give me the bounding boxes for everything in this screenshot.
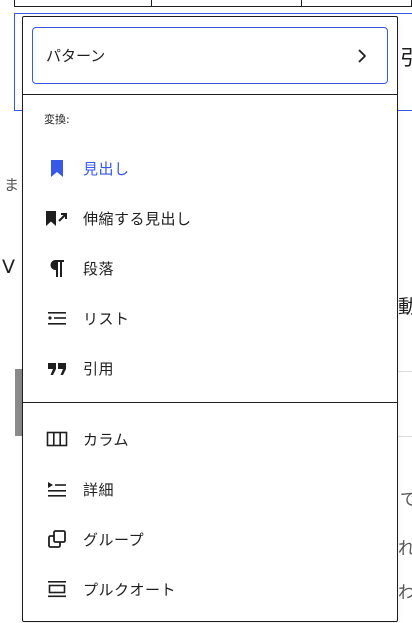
background-table bbox=[14, 0, 412, 7]
background-text-fragment: V bbox=[2, 256, 15, 278]
wrap-in-group[interactable]: グループ bbox=[23, 519, 397, 559]
details-icon bbox=[45, 477, 69, 501]
list-icon bbox=[45, 306, 69, 330]
transform-to-heading-label: 見出し bbox=[83, 159, 130, 178]
transform-to-quote-label: 引用 bbox=[83, 359, 115, 378]
transform-to-heading[interactable]: 見出し bbox=[23, 148, 397, 188]
background-text-fragment: わ bbox=[398, 583, 412, 603]
chevron-right-icon bbox=[357, 48, 371, 63]
transform-to-pullquote[interactable]: プルクオート bbox=[23, 569, 397, 609]
wrap-in-columns[interactable]: カラム bbox=[23, 419, 397, 459]
patterns-button-label: パターン bbox=[46, 47, 106, 65]
background-block-edge bbox=[15, 369, 22, 436]
transform-to-pullquote-label: プルクオート bbox=[83, 580, 177, 599]
menu-divider bbox=[23, 94, 397, 95]
patterns-button[interactable]: パターン bbox=[32, 27, 388, 84]
pullquote-icon bbox=[45, 577, 69, 601]
group-icon bbox=[45, 527, 69, 551]
transform-to-list-label: リスト bbox=[83, 309, 130, 328]
quote-icon bbox=[45, 356, 69, 380]
transform-section-title: 変換: bbox=[44, 113, 70, 126]
bookmark-icon bbox=[45, 156, 69, 180]
wrap-in-details-label: 詳細 bbox=[83, 480, 115, 499]
wrap-in-details[interactable]: 詳細 bbox=[23, 469, 397, 509]
transform-to-paragraph-label: 段落 bbox=[83, 259, 115, 278]
background-text-fragment: ま bbox=[4, 176, 20, 194]
menu-divider bbox=[23, 402, 397, 403]
background-divider bbox=[398, 436, 412, 437]
editor-canvas: 引 ま V 動 で れ わ パターン 変換: 見出し 伸縮する見出し 段落 リス… bbox=[0, 0, 412, 623]
columns-icon bbox=[45, 427, 69, 451]
stretchy-heading-icon bbox=[45, 206, 69, 230]
transform-to-stretchy-heading[interactable]: 伸縮する見出し bbox=[23, 198, 397, 238]
background-divider bbox=[398, 371, 412, 372]
background-text-fragment: で bbox=[400, 490, 412, 510]
block-transform-dropdown: パターン 変換: 見出し 伸縮する見出し 段落 リスト 引用 カラム 詳細 グル… bbox=[22, 16, 398, 622]
background-text-fragment: 動 bbox=[398, 296, 412, 318]
wrap-in-columns-label: カラム bbox=[83, 430, 130, 449]
transform-to-paragraph[interactable]: 段落 bbox=[23, 248, 397, 288]
paragraph-icon bbox=[45, 256, 69, 280]
wrap-in-group-label: グループ bbox=[83, 530, 145, 549]
transform-to-list[interactable]: リスト bbox=[23, 298, 397, 338]
background-text-fragment: れ bbox=[398, 539, 412, 559]
transform-to-stretchy-heading-label: 伸縮する見出し bbox=[83, 209, 192, 228]
transform-to-quote[interactable]: 引用 bbox=[23, 348, 397, 388]
background-text-fragment: 引 bbox=[400, 46, 412, 70]
